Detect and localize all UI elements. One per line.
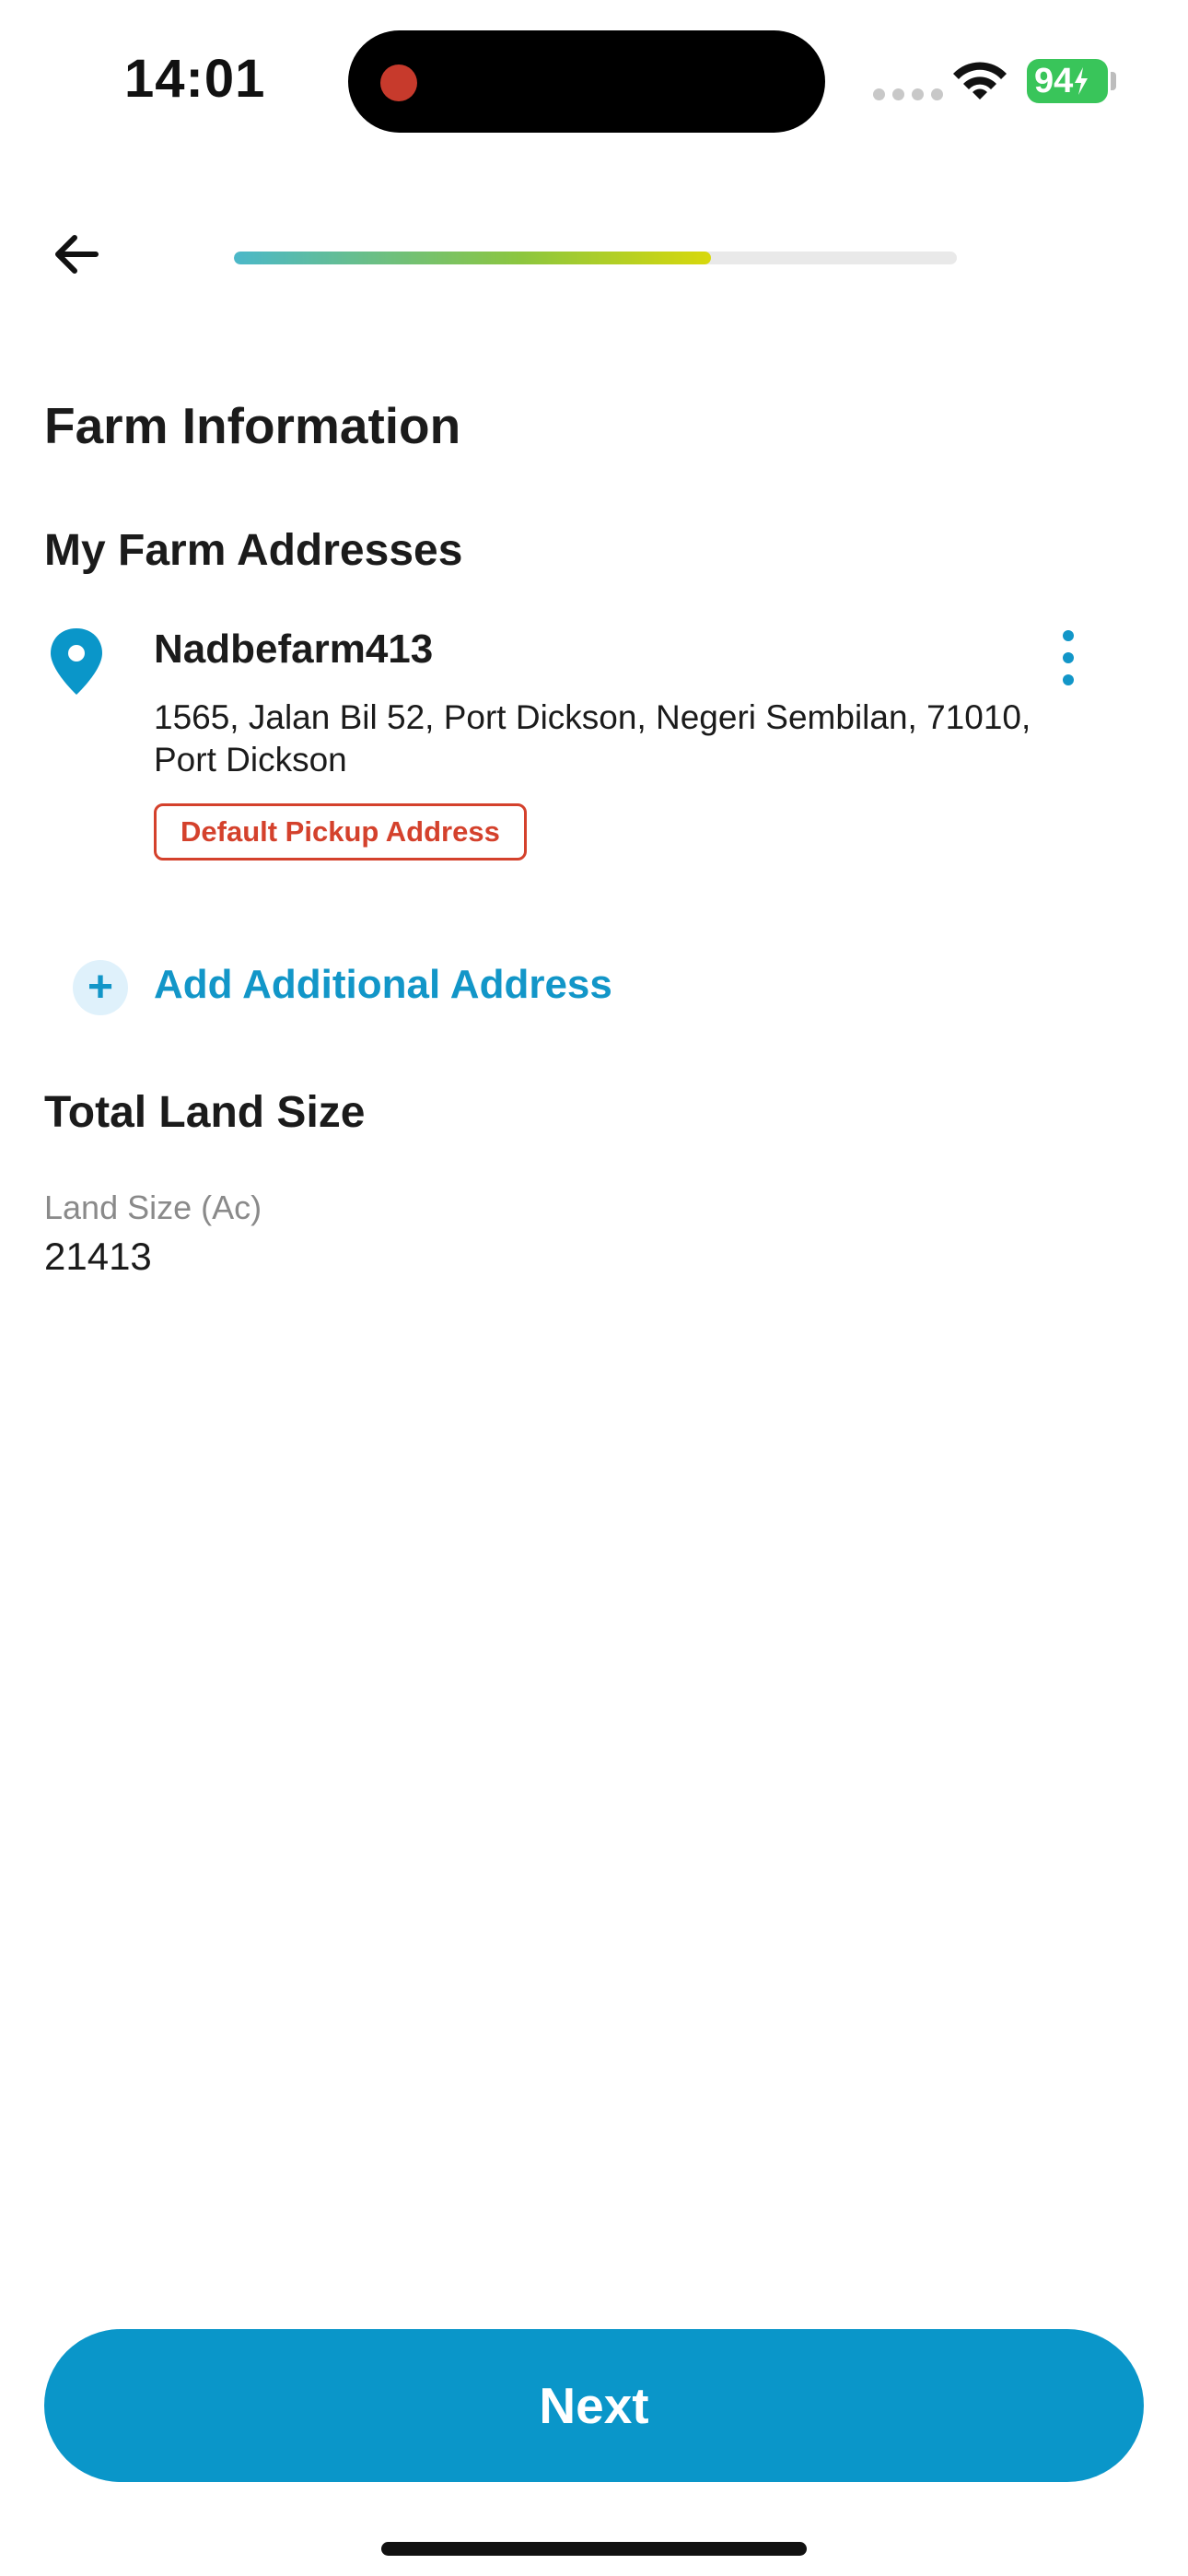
land-size-label: Land Size (Ac)	[44, 1188, 262, 1226]
progress-bar	[234, 252, 957, 264]
land-section-title: Total Land Size	[44, 1088, 366, 1137]
back-arrow-icon[interactable]	[48, 226, 105, 283]
next-button[interactable]: Next	[44, 2329, 1144, 2482]
battery-icon: 94	[1027, 59, 1108, 103]
progress-fill	[234, 252, 712, 264]
more-options-icon[interactable]	[1054, 630, 1082, 685]
wifi-icon	[953, 62, 1007, 100]
address-name: Nadbefarm413	[154, 626, 434, 672]
land-size-value[interactable]: 21413	[44, 1235, 152, 1279]
charging-bolt-icon	[1075, 67, 1089, 95]
location-pin-icon	[51, 628, 102, 695]
battery-cap	[1111, 72, 1116, 90]
addresses-section-title: My Farm Addresses	[44, 526, 463, 575]
dynamic-island	[348, 30, 825, 133]
status-time: 14:01	[124, 49, 266, 109]
page-title: Farm Information	[44, 397, 461, 454]
add-address-link[interactable]: Add Additional Address	[154, 962, 612, 1008]
plus-icon[interactable]: +	[73, 960, 128, 1015]
home-indicator	[381, 2542, 807, 2556]
battery-level: 94	[1034, 61, 1074, 100]
default-pickup-badge: Default Pickup Address	[154, 803, 527, 861]
recording-indicator-icon	[380, 64, 417, 101]
cellular-signal-icon	[873, 88, 943, 100]
address-text: 1565, Jalan Bil 52, Port Dickson, Negeri…	[154, 698, 1031, 779]
